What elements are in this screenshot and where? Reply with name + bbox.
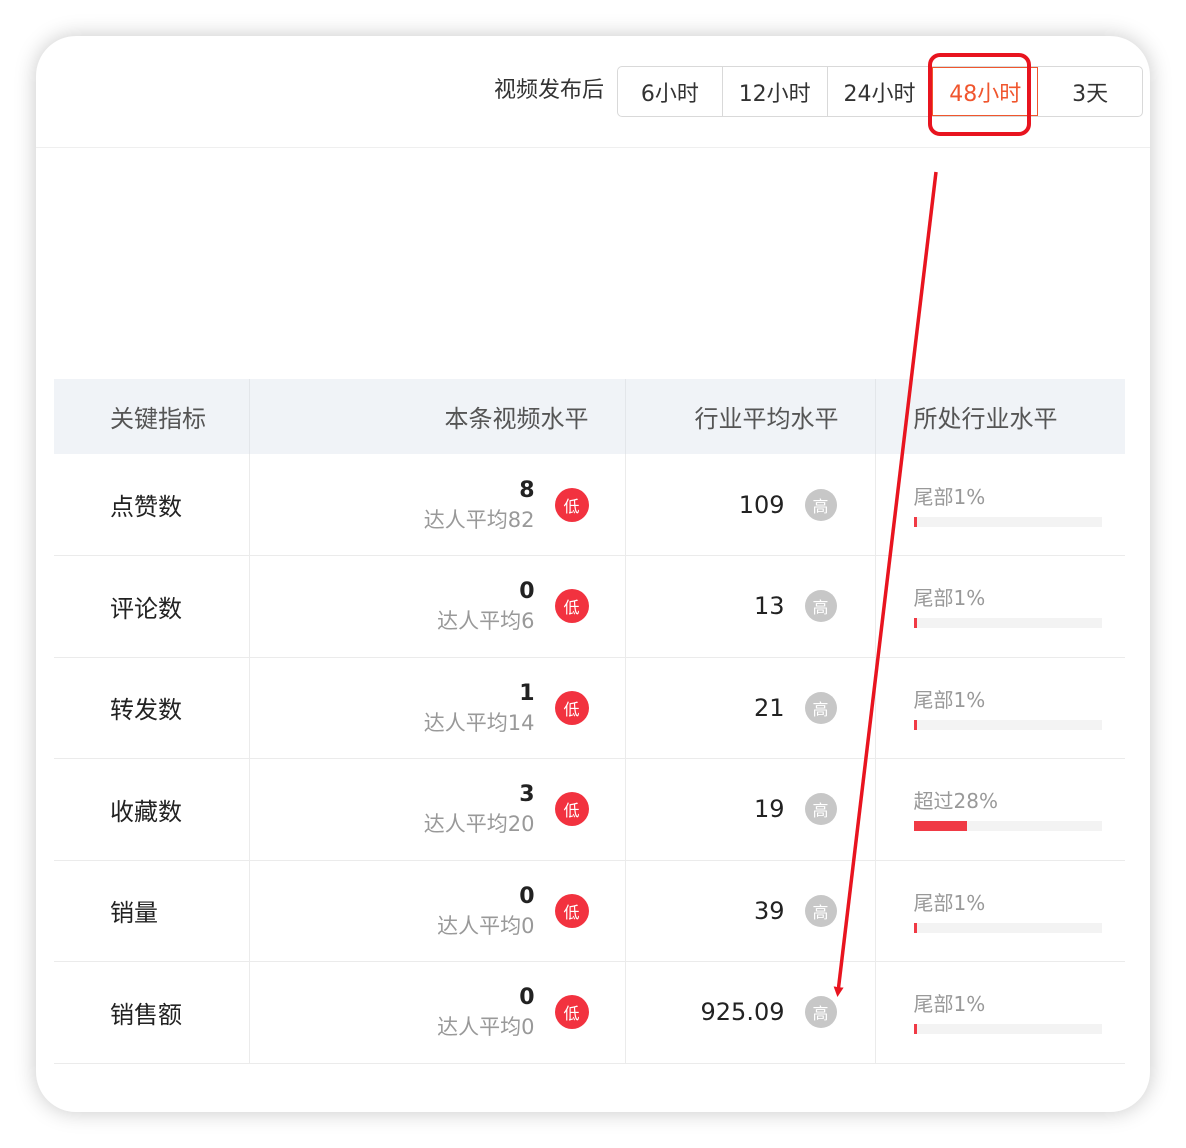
current-value: 0 (519, 579, 535, 605)
industry-value: 109 (738, 490, 785, 519)
industry-average-cell: 109 高 (625, 454, 876, 556)
industry-level-cell: 尾部1% (875, 657, 1125, 759)
creator-average: 达人平均0 (437, 913, 535, 938)
table-row: 销量 0 达人平均0 低 39 高 尾部1% (54, 860, 1125, 962)
level-bar-fill (913, 821, 967, 832)
metric-name: 评论数 (54, 555, 250, 658)
metric-name: 收藏数 (54, 758, 250, 861)
time-filter-bar: 视频发布后 6小时 12小时 24小时 48小时 3天 (36, 36, 1150, 148)
creator-average: 达人平均20 (423, 812, 535, 837)
level-text: 超过28% (913, 789, 998, 814)
level-bar-track (913, 719, 1102, 730)
time-option-3d[interactable]: 3天 (1038, 67, 1142, 116)
industry-value: 21 (753, 693, 785, 722)
table-row: 销售额 0 达人平均0 低 925.09 高 尾部1% (54, 961, 1125, 1064)
current-video-cell: 3 达人平均20 低 (249, 758, 626, 861)
high-badge: 高 (804, 894, 837, 927)
table-row: 点赞数 8 达人平均82 低 109 高 尾部1% (54, 454, 1125, 556)
header-industry-average: 行业平均水平 (625, 379, 876, 454)
industry-average-cell: 19 高 (625, 758, 876, 861)
level-text: 尾部1% (913, 992, 986, 1017)
metric-name: 转发数 (54, 657, 250, 759)
creator-average: 达人平均82 (423, 507, 535, 532)
industry-level-cell: 超过28% (875, 758, 1125, 861)
metrics-table: 关键指标 本条视频水平 行业平均水平 所处行业水平 点赞数 8 达人平均82 低… (54, 379, 1125, 1064)
current-value: 0 (519, 985, 535, 1011)
header-current-video: 本条视频水平 (249, 379, 626, 454)
time-option-12h[interactable]: 12小时 (723, 67, 828, 116)
creator-average: 达人平均0 (437, 1015, 535, 1040)
industry-average-cell: 925.09 高 (625, 961, 876, 1064)
header-metric: 关键指标 (54, 379, 250, 454)
industry-level-cell: 尾部1% (875, 860, 1125, 962)
industry-value: 19 (753, 795, 785, 824)
current-video-cell: 1 达人平均14 低 (249, 657, 626, 759)
creator-average: 达人平均14 (423, 710, 535, 735)
low-badge: 低 (554, 690, 589, 725)
high-badge: 高 (804, 691, 837, 724)
level-bar-fill (913, 719, 917, 730)
level-bar-fill (913, 618, 917, 629)
table-row: 收藏数 3 达人平均20 低 19 高 超过28% (54, 758, 1125, 861)
industry-value: 13 (753, 592, 785, 621)
current-video-cell: 8 达人平均82 低 (249, 454, 626, 556)
current-video-cell: 0 达人平均6 低 (249, 555, 626, 658)
industry-average-cell: 21 高 (625, 657, 876, 759)
level-text: 尾部1% (913, 890, 986, 915)
current-value: 8 (519, 477, 535, 503)
header-industry-level: 所处行业水平 (875, 379, 1125, 454)
low-badge: 低 (554, 792, 589, 827)
level-bar-track (913, 922, 1102, 933)
industry-level-cell: 尾部1% (875, 555, 1125, 658)
industry-average-cell: 39 高 (625, 860, 876, 962)
current-video-cell: 0 达人平均0 低 (249, 961, 626, 1064)
filter-label: 视频发布后 (494, 78, 605, 103)
metrics-card: 视频发布后 6小时 12小时 24小时 48小时 3天 关键指标 本条视频水平 … (36, 36, 1150, 1112)
level-text: 尾部1% (913, 484, 986, 509)
level-bar-fill (913, 516, 917, 527)
table-header-row: 关键指标 本条视频水平 行业平均水平 所处行业水平 (54, 379, 1125, 454)
industry-value: 39 (753, 896, 785, 925)
metric-name: 销量 (54, 860, 250, 962)
high-badge: 高 (804, 996, 837, 1029)
high-badge: 高 (804, 793, 837, 826)
industry-level-cell: 尾部1% (875, 961, 1125, 1064)
metric-name: 销售额 (54, 961, 250, 1064)
current-video-cell: 0 达人平均0 低 (249, 860, 626, 962)
table-row: 评论数 0 达人平均6 低 13 高 尾部1% (54, 555, 1125, 658)
time-option-24h[interactable]: 24小时 (828, 67, 933, 116)
level-text: 尾部1% (913, 687, 986, 712)
annotation-highlight-box (928, 53, 1031, 136)
current-value: 3 (519, 782, 535, 808)
high-badge: 高 (804, 590, 837, 623)
industry-level-cell: 尾部1% (875, 454, 1125, 556)
time-segmented-control: 6小时 12小时 24小时 48小时 3天 (617, 66, 1143, 117)
level-bar-fill (913, 922, 917, 933)
level-bar-track (913, 618, 1102, 629)
table-row: 转发数 1 达人平均14 低 21 高 尾部1% (54, 657, 1125, 759)
level-text: 尾部1% (913, 586, 986, 611)
low-badge: 低 (554, 893, 589, 928)
time-option-6h[interactable]: 6小时 (618, 67, 723, 116)
industry-value: 925.09 (700, 998, 785, 1027)
industry-average-cell: 13 高 (625, 555, 876, 658)
level-bar-track (913, 1024, 1102, 1035)
current-value: 1 (519, 680, 535, 706)
level-bar-track (913, 821, 1102, 832)
level-bar-fill (913, 1024, 917, 1035)
low-badge: 低 (554, 995, 589, 1030)
level-bar-track (913, 516, 1102, 527)
current-value: 0 (519, 883, 535, 909)
high-badge: 高 (804, 488, 837, 521)
metric-name: 点赞数 (54, 454, 250, 556)
low-badge: 低 (554, 487, 589, 522)
low-badge: 低 (554, 589, 589, 624)
creator-average: 达人平均6 (437, 609, 535, 634)
